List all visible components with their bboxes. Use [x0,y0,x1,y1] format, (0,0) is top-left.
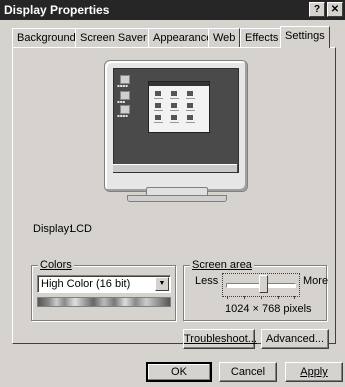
desktop-icon-label: ▪▪▪ [117,99,126,104]
tab-effects[interactable]: Effects [240,28,284,47]
icon-caption [186,122,195,123]
icon-caption [170,122,179,123]
colors-group: Colors [31,259,176,321]
apply-button[interactable]: Apply [285,362,343,382]
display-label: Display: [33,223,73,235]
slider-tick [278,296,279,299]
ok-button[interactable]: OK [146,362,212,382]
folder-icon [187,91,193,96]
screen-area-group-label-text: Screen area [192,259,252,271]
window-title: Display Properties [4,3,110,17]
screen-area-less-label: Less [195,275,219,287]
folder-icon [171,91,177,96]
folder-icon [171,103,177,108]
ok-label: OK [171,366,187,378]
icon-caption [170,110,179,111]
screen-area-group-label: Screen area [190,259,254,271]
slider-tick [227,296,228,299]
slider-tick [244,296,245,299]
title-bar: Display Properties ? ✕ [0,0,345,20]
colors-group-label: Colors [38,259,74,271]
folder-icon [155,103,161,108]
preview-taskbar [113,164,237,172]
icon-caption [186,98,195,99]
tab-screen-saver[interactable]: Screen Saver [75,28,152,47]
desktop-icon-label: ▪▪▪▪ [117,83,128,88]
chevron-down-icon[interactable]: ▼ [155,277,169,291]
tab-web[interactable]: Web [208,28,241,47]
advanced-label: Advanced... [265,333,325,345]
desktop-icon-label: ▪▪▪▪ [117,113,128,118]
resolution-slider-thumb[interactable] [259,275,269,293]
folder-icon [155,91,161,96]
troubleshoot-button[interactable]: Troubleshoot... [183,329,257,349]
folder-icon [187,103,193,108]
colors-select-value: High Color (16 bit) [41,278,131,290]
icon-caption [154,98,163,99]
apply-label: Apply [300,366,328,378]
preview-window-titlebar [149,82,209,86]
cancel-label: Cancel [230,366,266,378]
icon-caption [154,122,163,123]
tab-appearance[interactable]: Appearance [148,28,218,47]
troubleshoot-label: Troubleshoot... [184,333,257,345]
display-value: LCD [70,223,93,235]
tab-background[interactable]: Background [12,28,81,47]
icon-caption [186,110,195,111]
advanced-button[interactable]: Advanced... [261,329,329,349]
folder-icon [171,115,177,120]
colors-select[interactable]: High Color (16 bit) ▼ [37,275,171,293]
screen-area-more-label: More [303,275,329,287]
help-button[interactable]: ? [309,2,325,17]
resolution-value: 1024 × 768 pixels [225,303,312,315]
folder-icon [187,115,193,120]
close-button[interactable]: ✕ [327,2,343,17]
icon-caption [170,98,179,99]
monitor-foot [127,195,227,202]
preview-window [148,81,210,133]
tab-settings[interactable]: Settings [280,26,330,48]
slider-tick [294,296,295,299]
slider-tick [261,296,262,299]
cancel-button[interactable]: Cancel [219,362,277,382]
color-depth-preview [37,297,171,307]
folder-icon [155,115,161,120]
icon-caption [154,110,163,111]
